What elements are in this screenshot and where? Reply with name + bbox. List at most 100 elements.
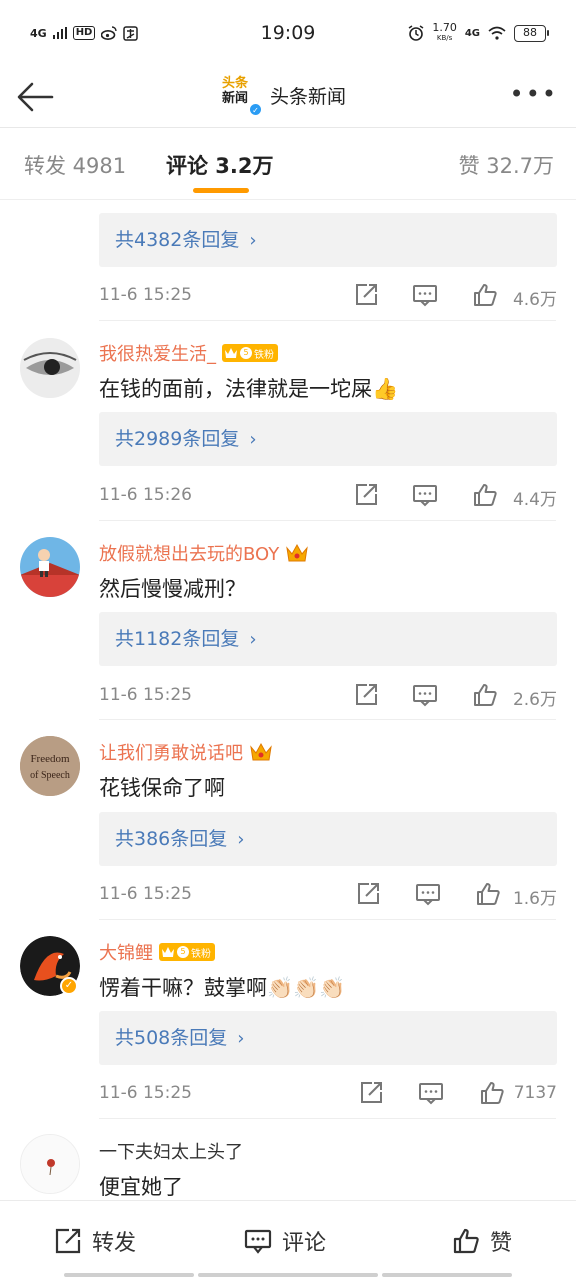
like-icon <box>453 1228 479 1254</box>
comment-text: 花钱保命了啊 <box>99 776 225 800</box>
comment-time: 11-6 15:26 <box>99 485 192 505</box>
comment-feed[interactable]: 共4382条回复 › 11-6 15:25 4.6万 我很热爱生活_ 5 铁粉 在… <box>0 200 576 1200</box>
like-button[interactable]: 赞 <box>452 1225 512 1257</box>
comment-icon <box>244 1229 272 1254</box>
crown-icon <box>250 742 272 761</box>
replies-link[interactable]: 共508条回复 › <box>99 1011 557 1065</box>
like-count: 2.6万 <box>512 690 557 710</box>
crown-icon <box>225 348 237 358</box>
share-icon[interactable] <box>355 881 381 907</box>
tab-comments[interactable]: 评论 3.2万 <box>166 150 274 180</box>
replies-link[interactable]: 共386条回复 › <box>99 812 557 866</box>
comment-text: 在钱的面前，法律就是一坨屎👍 <box>99 377 399 401</box>
like-icon[interactable] <box>479 1080 505 1106</box>
avatar-freedom-image: Freedom of Speech <box>20 736 80 796</box>
username-row: 一下夫妇太上头了 <box>99 1138 243 1164</box>
fan-badge-label: 铁粉 <box>254 349 274 361</box>
avatar[interactable] <box>20 537 80 597</box>
tab-likes[interactable]: 赞 32.7万 <box>459 150 554 180</box>
more-options-icon[interactable]: ••• <box>510 82 558 106</box>
replies-link[interactable]: 共1182条回复 › <box>99 612 557 666</box>
status-bar: 4G HD 19:09 1.70 KB/s 4G 88 <box>0 0 576 66</box>
fan-level: 5 <box>240 347 252 359</box>
replies-count: 共2989条回复 <box>115 428 240 450</box>
username-row: 大锦鲤 5 铁粉 <box>99 939 215 965</box>
page-title: 头条新闻 <box>270 85 347 108</box>
active-tab-indicator <box>193 188 249 193</box>
divider <box>99 719 556 720</box>
replies-count: 共508条回复 <box>115 1027 228 1049</box>
username[interactable]: 大锦鲤 <box>99 939 153 965</box>
reply-comment-icon[interactable] <box>412 282 438 308</box>
like-icon[interactable] <box>475 881 501 907</box>
like-icon[interactable] <box>472 682 498 708</box>
like-icon[interactable] <box>472 282 498 308</box>
comment-time: 11-6 15:25 <box>99 884 192 904</box>
repost-label: 转发 <box>92 1231 137 1256</box>
comment-meta: 11-6 15:25 4.6万 <box>99 280 557 310</box>
share-icon[interactable] <box>353 682 379 708</box>
comment-meta: 11-6 15:25 2.6万 <box>99 680 557 710</box>
username[interactable]: 一下夫妇太上头了 <box>99 1138 243 1164</box>
battery-icon: 88 <box>514 24 549 42</box>
reply-comment-icon[interactable] <box>415 881 441 907</box>
like-icon[interactable] <box>472 482 498 508</box>
replies-link[interactable]: 共4382条回复 › <box>99 213 557 267</box>
crown-icon <box>162 947 174 957</box>
like-count: 7137 <box>513 1083 557 1103</box>
replies-link[interactable]: 共2989条回复 › <box>99 412 557 466</box>
comment-meta: 11-6 15:26 4.4万 <box>99 480 557 510</box>
avatar[interactable] <box>20 1134 80 1194</box>
comment-label: 评论 <box>282 1231 327 1256</box>
username[interactable]: 放假就想出去玩的BOY <box>99 540 279 566</box>
avatar[interactable]: ✓ <box>20 936 80 996</box>
comment-text: 愣着干嘛？鼓掌啊👏🏻👏🏻👏🏻 <box>99 976 346 1000</box>
status-time: 19:09 <box>260 22 316 44</box>
crown-icon <box>286 543 308 562</box>
fan-badge: 5 铁粉 <box>222 344 278 362</box>
divider <box>99 1118 556 1119</box>
nav-indicator <box>64 1273 194 1277</box>
reply-comment-icon[interactable] <box>412 482 438 508</box>
repost-button[interactable]: 转发 <box>54 1225 136 1257</box>
avatar-text-1: Freedom <box>30 753 70 765</box>
avatar[interactable] <box>20 338 80 398</box>
username[interactable]: 让我们勇敢说话吧 <box>99 739 243 765</box>
fan-badge-label: 铁粉 <box>191 948 211 960</box>
like-count: 4.4万 <box>512 490 557 510</box>
share-icon[interactable] <box>353 282 379 308</box>
tab-bar: 转发 4981 评论 3.2万 赞 32.7万 <box>0 128 576 200</box>
logo-line-1: 头条 <box>222 76 249 91</box>
chevron-right-icon: › <box>249 429 257 450</box>
comment-time: 11-6 15:25 <box>99 685 192 705</box>
back-arrow-icon[interactable] <box>14 76 56 118</box>
reply-comment-icon[interactable] <box>418 1080 444 1106</box>
nav-bar: 头条 新闻 ✓ 头条新闻 ••• <box>0 66 576 128</box>
comment-time: 11-6 15:25 <box>99 285 192 305</box>
share-icon[interactable] <box>358 1080 384 1106</box>
reply-comment-icon[interactable] <box>412 682 438 708</box>
nav-indicator <box>382 1273 512 1277</box>
comment-text: 便宜她了 <box>99 1175 183 1199</box>
avatar-eye-image <box>20 338 80 398</box>
verified-icon: ✓ <box>249 103 262 116</box>
comment-meta: 11-6 15:25 7137 <box>99 1078 557 1108</box>
share-icon[interactable] <box>353 482 379 508</box>
tab-repost[interactable]: 转发 4981 <box>24 150 126 180</box>
username-row: 放假就想出去玩的BOY <box>99 540 309 566</box>
bottom-action-bar: 转发 评论 赞 <box>0 1200 576 1280</box>
comment-button[interactable]: 评论 <box>244 1225 326 1257</box>
avatar[interactable]: Freedom of Speech <box>20 736 80 796</box>
chevron-right-icon: › <box>249 629 257 650</box>
account-header[interactable]: 头条 新闻 ✓ 头条新闻 <box>222 76 347 116</box>
avatar-cartoon-image <box>20 537 80 597</box>
nav-indicator <box>198 1273 378 1277</box>
comment-meta: 11-6 15:25 1.6万 <box>99 879 557 909</box>
fan-badge: 5 铁粉 <box>159 943 215 961</box>
replies-count: 共4382条回复 <box>115 229 240 251</box>
fan-level: 5 <box>177 946 189 958</box>
verified-icon: ✓ <box>60 977 78 995</box>
username[interactable]: 我很热爱生活_ <box>99 340 216 366</box>
replies-count: 共386条回复 <box>115 828 228 850</box>
avatar-text-2: of Speech <box>30 770 70 781</box>
